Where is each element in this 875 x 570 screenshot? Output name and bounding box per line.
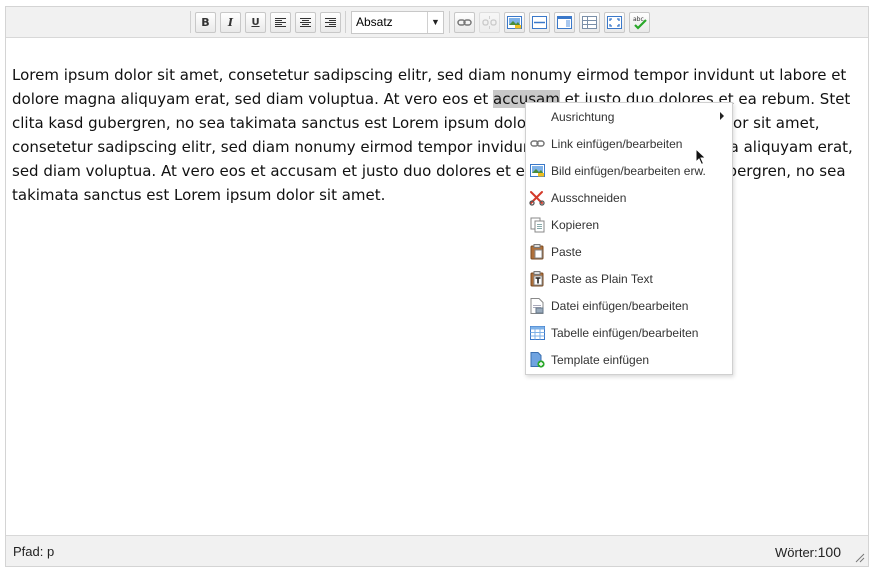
context-menu-label: Link einfügen/bearbeiten: [551, 136, 683, 151]
word-count-label: Wörter:: [775, 545, 818, 560]
toolbar-separator: [345, 11, 346, 33]
horizontal-rule-icon: [532, 15, 547, 29]
underline-button[interactable]: U: [245, 11, 266, 33]
context-menu-label: Kopieren: [551, 217, 600, 232]
context-menu-item-table[interactable]: Tabelle einfügen/bearbeiten: [526, 319, 732, 346]
underline-icon: U: [251, 16, 260, 28]
dropdown-arrow-icon: ▼: [427, 11, 443, 33]
element-path[interactable]: Pfad: p: [13, 544, 54, 559]
context-menu-item-template[interactable]: Template einfügen: [526, 346, 732, 373]
context-menu-label: Ausschneiden: [551, 190, 627, 205]
context-menu-label: Template einfügen: [551, 352, 650, 367]
context-menu-label: Ausrichtung: [551, 109, 615, 124]
link-button[interactable]: [454, 11, 475, 33]
toolbar-separator: [190, 11, 191, 33]
paste-icon: [529, 243, 545, 260]
italic-icon: I: [227, 15, 234, 29]
context-menu-label: Tabelle einfügen/bearbeiten: [551, 325, 699, 340]
spellcheck-icon: abc: [633, 16, 647, 30]
scissors-icon: [529, 190, 545, 206]
image-icon: [529, 163, 545, 179]
align-right-icon: [325, 17, 336, 27]
context-menu-item-copy[interactable]: Kopieren: [526, 211, 732, 238]
block-format-value: Absatz: [356, 15, 393, 29]
mouse-pointer-icon: [695, 148, 707, 166]
align-right-button[interactable]: [320, 11, 341, 33]
toolbar-separator: [449, 11, 450, 33]
template-button[interactable]: [554, 11, 575, 33]
table-button[interactable]: [579, 11, 600, 33]
alignment-icon: [529, 109, 545, 125]
template-icon: [557, 15, 572, 29]
editor-content[interactable]: Lorem ipsum dolor sit amet, consetetur s…: [12, 63, 868, 207]
toolbar-button-group: B I U Absatz ▼ abc: [188, 7, 652, 37]
unlink-icon: [482, 15, 497, 29]
editor-statusbar: Pfad: p Wörter:100: [6, 535, 868, 566]
horizontal-rule-button[interactable]: [529, 11, 550, 33]
table-icon: [582, 15, 597, 29]
bold-icon: B: [201, 15, 210, 29]
fullscreen-button[interactable]: [604, 11, 625, 33]
unlink-button[interactable]: [479, 11, 500, 33]
spellcheck-button[interactable]: abc: [629, 11, 650, 33]
bold-button[interactable]: B: [195, 11, 216, 33]
paste-plain-text-icon: [529, 270, 545, 287]
svg-text:abc: abc: [633, 16, 644, 23]
image-icon: [507, 15, 522, 29]
image-button[interactable]: [504, 11, 525, 33]
align-center-button[interactable]: [295, 11, 316, 33]
context-menu-label: Bild einfügen/bearbeiten erw.: [551, 163, 706, 178]
align-left-button[interactable]: [270, 11, 291, 33]
resize-handle-icon[interactable]: [853, 551, 865, 563]
rich-text-editor: B I U Absatz ▼ abc Lorem ipsum dolor sit…: [5, 6, 869, 567]
copy-icon: [529, 217, 545, 233]
context-menu-item-paste-plain-text[interactable]: Paste as Plain Text: [526, 265, 732, 292]
word-count: Wörter:100: [775, 544, 841, 560]
fullscreen-icon: [607, 15, 622, 29]
align-center-icon: [300, 17, 311, 27]
template-add-icon: [529, 351, 545, 368]
word-count-value: 100: [817, 544, 841, 560]
context-menu-label: Paste as Plain Text: [551, 271, 653, 286]
context-menu-item-file[interactable]: Datei einfügen/bearbeiten: [526, 292, 732, 319]
context-menu-label: Paste: [551, 244, 582, 259]
link-icon: [529, 136, 545, 152]
italic-button[interactable]: I: [220, 11, 241, 33]
editor-toolbar: B I U Absatz ▼ abc: [6, 7, 868, 38]
context-menu-item-paste[interactable]: Paste: [526, 238, 732, 265]
context-menu: Ausrichtung Link einfügen/bearbeiten Bil…: [525, 102, 733, 375]
context-menu-item-cut[interactable]: Ausschneiden: [526, 184, 732, 211]
block-format-select[interactable]: Absatz ▼: [351, 10, 444, 34]
file-icon: [529, 297, 545, 314]
align-left-icon: [275, 17, 286, 27]
context-menu-item-alignment[interactable]: Ausrichtung: [526, 103, 732, 130]
link-icon: [457, 18, 472, 26]
submenu-arrow-icon: [720, 112, 724, 120]
context-menu-label: Datei einfügen/bearbeiten: [551, 298, 689, 313]
table-icon: [529, 325, 545, 341]
